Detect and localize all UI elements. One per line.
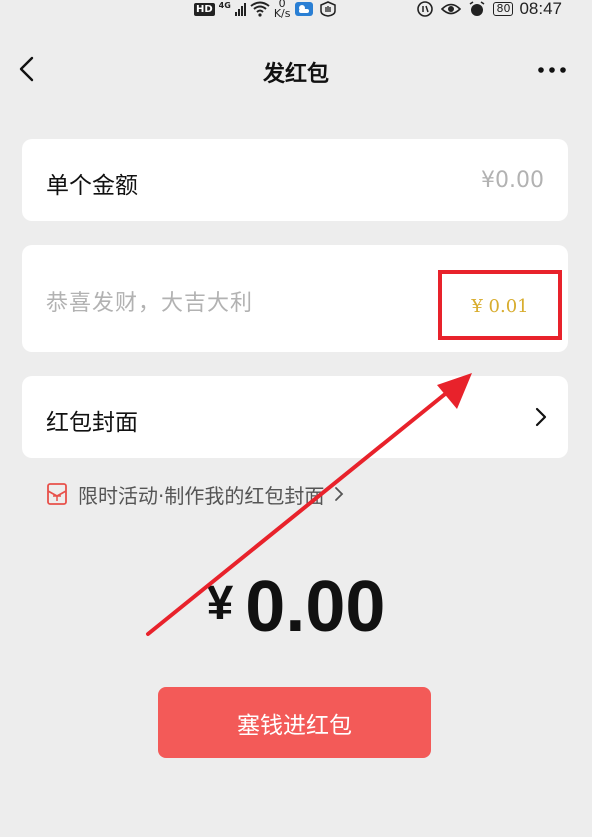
amount-input[interactable]: ¥0.00: [481, 168, 544, 193]
promo-text: 限时活动·制作我的红包封面: [78, 483, 325, 508]
total-value: 0.00: [245, 567, 386, 647]
amount-card[interactable]: 单个金额 ¥0.00: [22, 139, 568, 221]
nav-bar: 发红包: [0, 40, 592, 100]
greeting-input[interactable]: 恭喜发财，大吉大利: [46, 285, 253, 317]
amount-label: 单个金额: [46, 173, 138, 199]
highlight-box: ¥ 0.01: [438, 270, 562, 340]
signal-icon: [234, 2, 246, 16]
hd-badge: HD: [194, 2, 215, 16]
chevron-right-small-icon: [335, 487, 344, 501]
envelope-cover-label: 红包封面: [46, 410, 138, 436]
stuff-money-button[interactable]: 塞钱进红包: [158, 687, 431, 758]
highlight-amount: ¥ 0.01: [471, 296, 529, 317]
status-bar-left: HD 4G 0 K/s: [194, 0, 338, 19]
total-currency: ¥: [206, 577, 234, 630]
status-bar-right: 80 08:47: [415, 0, 562, 18]
more-dots-icon[interactable]: [536, 62, 568, 78]
red-envelope-icon: [47, 483, 67, 505]
battery-icon: 80: [493, 2, 514, 16]
alarm-icon: [470, 1, 485, 16]
envelope-cover-row[interactable]: 红包封面: [22, 376, 568, 458]
status-bar: HD 4G 0 K/s 80 08:47: [0, 0, 592, 22]
network-type-label: 4G: [218, 0, 231, 10]
network-speed: 0 K/s: [274, 0, 291, 19]
wifi-icon: [250, 1, 270, 17]
total-amount: ¥0.00: [0, 566, 592, 648]
no-disturb-icon: [417, 1, 434, 17]
hand-icon: [320, 1, 337, 17]
eye-icon: [441, 3, 462, 15]
promo-link[interactable]: 限时活动·制作我的红包封面: [46, 481, 344, 508]
clock: 08:47: [519, 0, 562, 18]
chevron-right-icon: [535, 407, 547, 427]
page-title: 发红包: [262, 62, 329, 87]
weather-icon: [295, 2, 314, 16]
network-speed-unit: K/s: [273, 7, 291, 20]
